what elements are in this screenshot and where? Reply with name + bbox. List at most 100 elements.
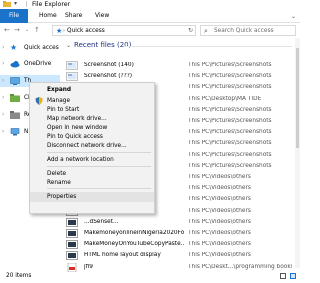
computer-icon	[10, 77, 20, 85]
window-title: File Explorer	[32, 1, 71, 8]
search-icon: ⌕	[204, 27, 208, 35]
menu-item-rename[interactable]: Rename	[30, 178, 154, 188]
search-input[interactable]: ⌕ Search Quick access	[200, 25, 296, 36]
nav-item-quick-access[interactable]: › ★ Quick acces	[0, 42, 60, 54]
ribbon: File Home Share View ⌄	[0, 9, 300, 23]
file-location: This PC\Videos\others	[188, 207, 251, 214]
file-name: MakeMoneyOnYouTubeCopyPaste...	[84, 241, 184, 248]
file-row[interactable]: ...dSenset... This PC\Videos\others	[62, 217, 295, 229]
menu-item-label: Map network drive...	[47, 116, 107, 122]
file-location: This PC\Pictures\Screenshots	[188, 140, 272, 147]
chevron-down-icon[interactable]: ⌄	[291, 13, 296, 20]
menu-item-label: Disconnect network drive...	[47, 143, 127, 149]
menu-item-add-a-network-location[interactable]: Add a network location	[30, 155, 154, 165]
file-location: This PC\Pictures\Screenshots	[188, 151, 272, 158]
file-row[interactable]: MakemoneyonlineinNigeria2020Fo... This PC…	[62, 228, 295, 240]
folder-icon	[10, 111, 20, 119]
chevron-right-icon[interactable]: ›	[2, 77, 4, 84]
menu-item-label: Pin to Quick access	[47, 134, 103, 140]
file-location: This PC\Pictures\Screenshots	[188, 129, 272, 136]
chevron-down-icon[interactable]: ⌄	[25, 26, 29, 35]
chevron-down-icon[interactable]: ⌄	[66, 42, 71, 49]
tab-home[interactable]: Home	[34, 9, 62, 23]
file-location: This PC\Videos\others	[188, 230, 251, 236]
section-header[interactable]: ⌄ Recent files (20)	[66, 41, 131, 49]
menu-item-disconnect-network-drive[interactable]: Disconnect network drive...	[30, 141, 154, 151]
menu-item-label: Properties	[47, 194, 77, 200]
chevron-right-icon[interactable]: ›	[2, 94, 4, 101]
address-input[interactable]: ★ › Quick access ↻	[52, 25, 196, 36]
file-name: jfi9	[84, 263, 93, 270]
file-name: Screenshot (140)	[84, 62, 134, 68]
video-file-icon	[66, 240, 78, 250]
folder-icon	[3, 1, 11, 7]
nav-item-label: Quick acces	[24, 45, 59, 51]
network-icon	[10, 128, 20, 136]
video-file-icon	[66, 251, 78, 261]
menu-separator	[47, 166, 151, 167]
file-row[interactable]: HTML home layout display This PC\Videos\o…	[62, 250, 295, 262]
menu-item-properties[interactable]: Properties	[30, 192, 154, 202]
chevron-right-icon[interactable]: ›	[2, 128, 4, 135]
menu-item-expand[interactable]: Expand	[30, 85, 154, 95]
up-arrow-icon[interactable]: ↑	[34, 26, 40, 35]
large-icons-view-icon[interactable]	[290, 273, 296, 279]
video-file-icon	[66, 217, 78, 227]
file-location: This PC\Pictures\Screenshots	[188, 162, 272, 169]
chevron-right-icon: ›	[63, 28, 65, 34]
scrollbar-thumb[interactable]	[296, 48, 299, 148]
menu-item-label: Manage	[47, 98, 71, 104]
address-path: Quick access	[67, 28, 105, 34]
nav-item-label: OneDrive	[24, 61, 52, 67]
star-icon: ★	[10, 43, 18, 52]
file-location: This PC\Videos\others	[188, 241, 251, 248]
file-location: This PC\Pictures\Screenshots	[188, 84, 272, 91]
quick-access-toolbar-icon[interactable]: ▾	[14, 0, 17, 7]
vertical-scrollbar[interactable]	[295, 38, 300, 268]
chevron-right-icon[interactable]: ›	[2, 60, 4, 67]
file-location: This PC\Deskt...\programming books	[188, 263, 292, 270]
file-location: This PC\Videos\others	[188, 218, 251, 225]
chevron-right-icon[interactable]: ›	[2, 44, 4, 51]
nav-item-onedrive[interactable]: › OneDrive	[0, 58, 60, 70]
star-icon: ★	[56, 27, 63, 35]
file-location: This PC\Videos\others	[188, 196, 251, 203]
file-row[interactable]: Screenshot (140) This PC\Pictures\Screens…	[62, 60, 295, 72]
file-name: Screenshot (???)	[84, 73, 133, 80]
file-row[interactable]: MakeMoneyOnYouTubeCopyPaste... This PC\Vi…	[62, 239, 295, 251]
file-location: This PC\Pictures\Screenshots	[188, 118, 272, 124]
chevron-right-icon[interactable]: ›	[2, 111, 4, 118]
video-file-icon	[66, 229, 78, 238]
refresh-icon[interactable]: ↻	[188, 27, 193, 34]
nav-item-label: N	[24, 129, 29, 135]
menu-separator	[47, 188, 151, 189]
file-location: This PC\Desktop\MA TIDE	[188, 95, 262, 102]
search-placeholder: Search Quick access	[214, 28, 274, 34]
menu-item-label: Open in new window	[47, 125, 108, 131]
file-location: This PC\Videos\others	[188, 174, 251, 180]
file-name: HTML home layout display	[84, 252, 161, 259]
back-arrow-icon[interactable]: ←	[4, 26, 10, 35]
shield-icon	[35, 97, 43, 105]
context-menu: Expand Manage Pin to Start Map network driv…	[29, 82, 155, 214]
file-location: This PC\Videos\others	[188, 252, 251, 259]
forward-arrow-icon[interactable]: →	[14, 26, 20, 35]
menu-item-label: Expand	[47, 87, 72, 93]
menu-item-label: Pin to Start	[47, 107, 80, 113]
tab-file[interactable]: File	[0, 9, 28, 23]
file-location: This PC\Videos\others	[188, 185, 251, 192]
item-count: 20 items	[6, 273, 32, 279]
title-bar: ▾ File Explorer	[0, 0, 300, 9]
menu-item-label: Add a network location	[47, 157, 114, 163]
file-name: MakemoneyonlineinNigeria2020Fo...	[84, 230, 184, 236]
tab-view[interactable]: View	[90, 9, 114, 23]
address-bar-row: ← → ⌄ ↑ ★ › Quick access ↻ ⌕ Search Quic…	[0, 24, 300, 37]
file-name: ...dSenset...	[84, 218, 119, 225]
details-view-icon[interactable]	[280, 273, 286, 279]
menu-separator	[47, 152, 151, 153]
status-bar: 20 items	[0, 270, 300, 283]
file-location: This PC\Pictures\Screenshots	[188, 62, 272, 68]
menu-item-label: Delete	[47, 171, 67, 177]
divider	[26, 1, 27, 7]
tab-share[interactable]: Share	[60, 9, 87, 23]
